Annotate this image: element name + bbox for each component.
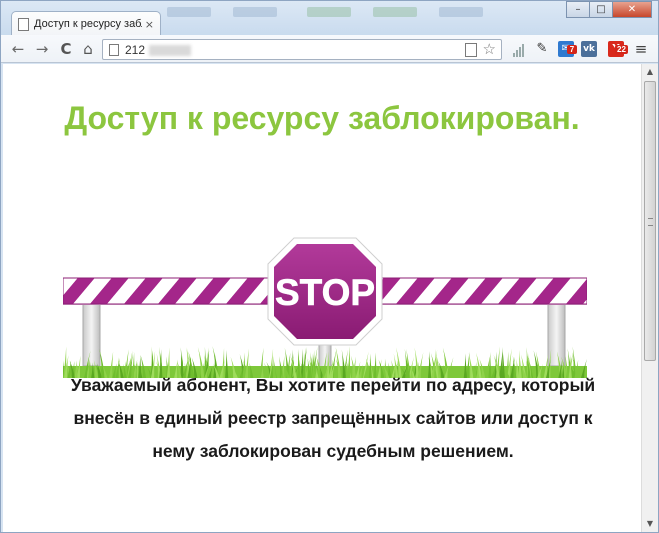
stop-barrier-illustration: STOP [63,237,587,378]
vk-extension-icon[interactable]: vk [581,41,597,57]
bookmark-star-icon[interactable]: ☆ [483,40,496,58]
scroll-down-arrow-icon[interactable]: ▼ [642,516,658,532]
background-tab[interactable] [307,7,351,17]
yandex-badge: 22 [615,45,628,54]
mail-badge: 7 [567,45,577,54]
barrier-post-left [82,301,101,367]
page-icon [18,17,29,31]
page-content: Доступ к ресурсу заблокирован. STOP Уваж… [3,64,641,532]
maximize-button[interactable]: □ [589,1,613,18]
reload-button[interactable]: C [57,40,75,58]
menu-icon[interactable]: ≡ [633,40,649,58]
window-controls: – □ ✕ [566,1,652,18]
tab-close-icon[interactable]: × [145,18,154,31]
pen-icon[interactable]: ✎ [534,41,550,57]
address-bar[interactable]: 212 ☆ [102,39,502,60]
document-icon[interactable] [465,43,477,57]
scroll-up-arrow-icon[interactable]: ▲ [642,64,658,80]
url-text: 212 [125,43,146,57]
block-notice: Уважаемый абонент, Вы хотите перейти по … [70,375,596,461]
tab-active[interactable]: Доступ к ресурсу заблок × [11,11,161,36]
back-button[interactable]: ← [9,40,27,58]
background-tab[interactable] [439,7,483,17]
tab-title: Доступ к ресурсу заблок [34,18,142,30]
home-button[interactable]: ⌂ [79,40,97,58]
page-title: Доступ к ресурсу заблокирован. [64,100,580,136]
vertical-scrollbar[interactable]: ▲ ▼ [641,64,658,532]
signal-icon[interactable] [511,41,527,57]
forward-button[interactable]: → [33,40,51,58]
scroll-thumb[interactable] [644,81,656,361]
stop-sign-text: STOP [275,272,375,313]
background-tabs [167,7,567,17]
background-tab[interactable] [167,7,211,17]
page-icon [109,44,119,56]
background-tab[interactable] [233,7,277,17]
title-bar: Доступ к ресурсу заблок × – □ ✕ [1,1,658,36]
background-tab[interactable] [373,7,417,17]
browser-toolbar: ← → C ⌂ 212 ☆ ✎ ✉ 7 vk Y 22 ≡ [1,35,658,63]
browser-window: Доступ к ресурсу заблок × – □ ✕ ← → C ⌂ … [0,0,659,533]
url-redacted [149,45,191,56]
close-button[interactable]: ✕ [612,1,652,18]
minimize-button[interactable]: – [566,1,590,18]
